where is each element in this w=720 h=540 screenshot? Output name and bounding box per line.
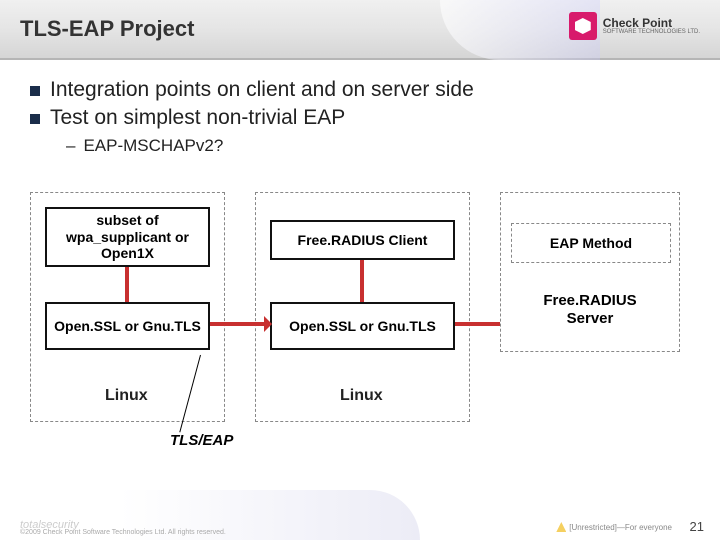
- os-mid-label: Linux: [340, 387, 383, 405]
- radius-client-box: Free.RADIUS Client: [270, 220, 455, 260]
- tls-eap-label: TLS/EAP: [170, 432, 233, 449]
- classification-text: [Unrestricted]—For everyone: [569, 523, 672, 532]
- warning-icon: [556, 522, 566, 532]
- classification-badge: [Unrestricted]—For everyone: [556, 522, 672, 532]
- os-left-label: Linux: [105, 387, 148, 405]
- brand-logo: Check Point SOFTWARE TECHNOLOGIES LTD.: [569, 12, 700, 40]
- server-group: EAP Method: [500, 192, 680, 352]
- server-label: Free.RADIUS Server: [520, 292, 660, 328]
- brand-tagline: SOFTWARE TECHNOLOGIES LTD.: [603, 29, 700, 35]
- brand-name: Check Point: [603, 17, 700, 29]
- slide-header: TLS-EAP Project Check Point SOFTWARE TEC…: [0, 0, 720, 60]
- connector-horizontal: [210, 322, 270, 326]
- bullet-text: Test on simplest non-trivial EAP: [50, 106, 345, 130]
- connector-vertical: [125, 267, 129, 302]
- arrowhead-icon: [264, 316, 272, 332]
- page-title: TLS-EAP Project: [20, 16, 194, 42]
- subbullet-text: EAP-MSCHAPv2?: [83, 136, 223, 156]
- bullet-icon: [30, 114, 40, 124]
- ssl-mid-box: Open.SSL or Gnu.TLS: [270, 302, 455, 350]
- architecture-diagram: EAP Method subset of wpa_supplicant or O…: [30, 192, 690, 452]
- connector-horizontal: [455, 322, 500, 326]
- eap-method-box: EAP Method: [511, 223, 671, 263]
- bullet-icon: [30, 86, 40, 96]
- subbullet-item: – EAP-MSCHAPv2?: [66, 136, 690, 156]
- bullet-list: Integration points on client and on serv…: [0, 60, 720, 174]
- checkpoint-icon: [569, 12, 597, 40]
- supplicant-box: subset of wpa_supplicant or Open1X: [45, 207, 210, 267]
- bullet-text: Integration points on client and on serv…: [50, 78, 474, 102]
- bullet-item: Integration points on client and on serv…: [30, 78, 690, 102]
- page-number: 21: [690, 519, 704, 534]
- copyright-text: ©2009 Check Point Software Technologies …: [20, 529, 226, 536]
- connector-vertical: [360, 260, 364, 302]
- ssl-left-box: Open.SSL or Gnu.TLS: [45, 302, 210, 350]
- bullet-item: Test on simplest non-trivial EAP: [30, 106, 690, 130]
- dash-icon: –: [66, 136, 75, 156]
